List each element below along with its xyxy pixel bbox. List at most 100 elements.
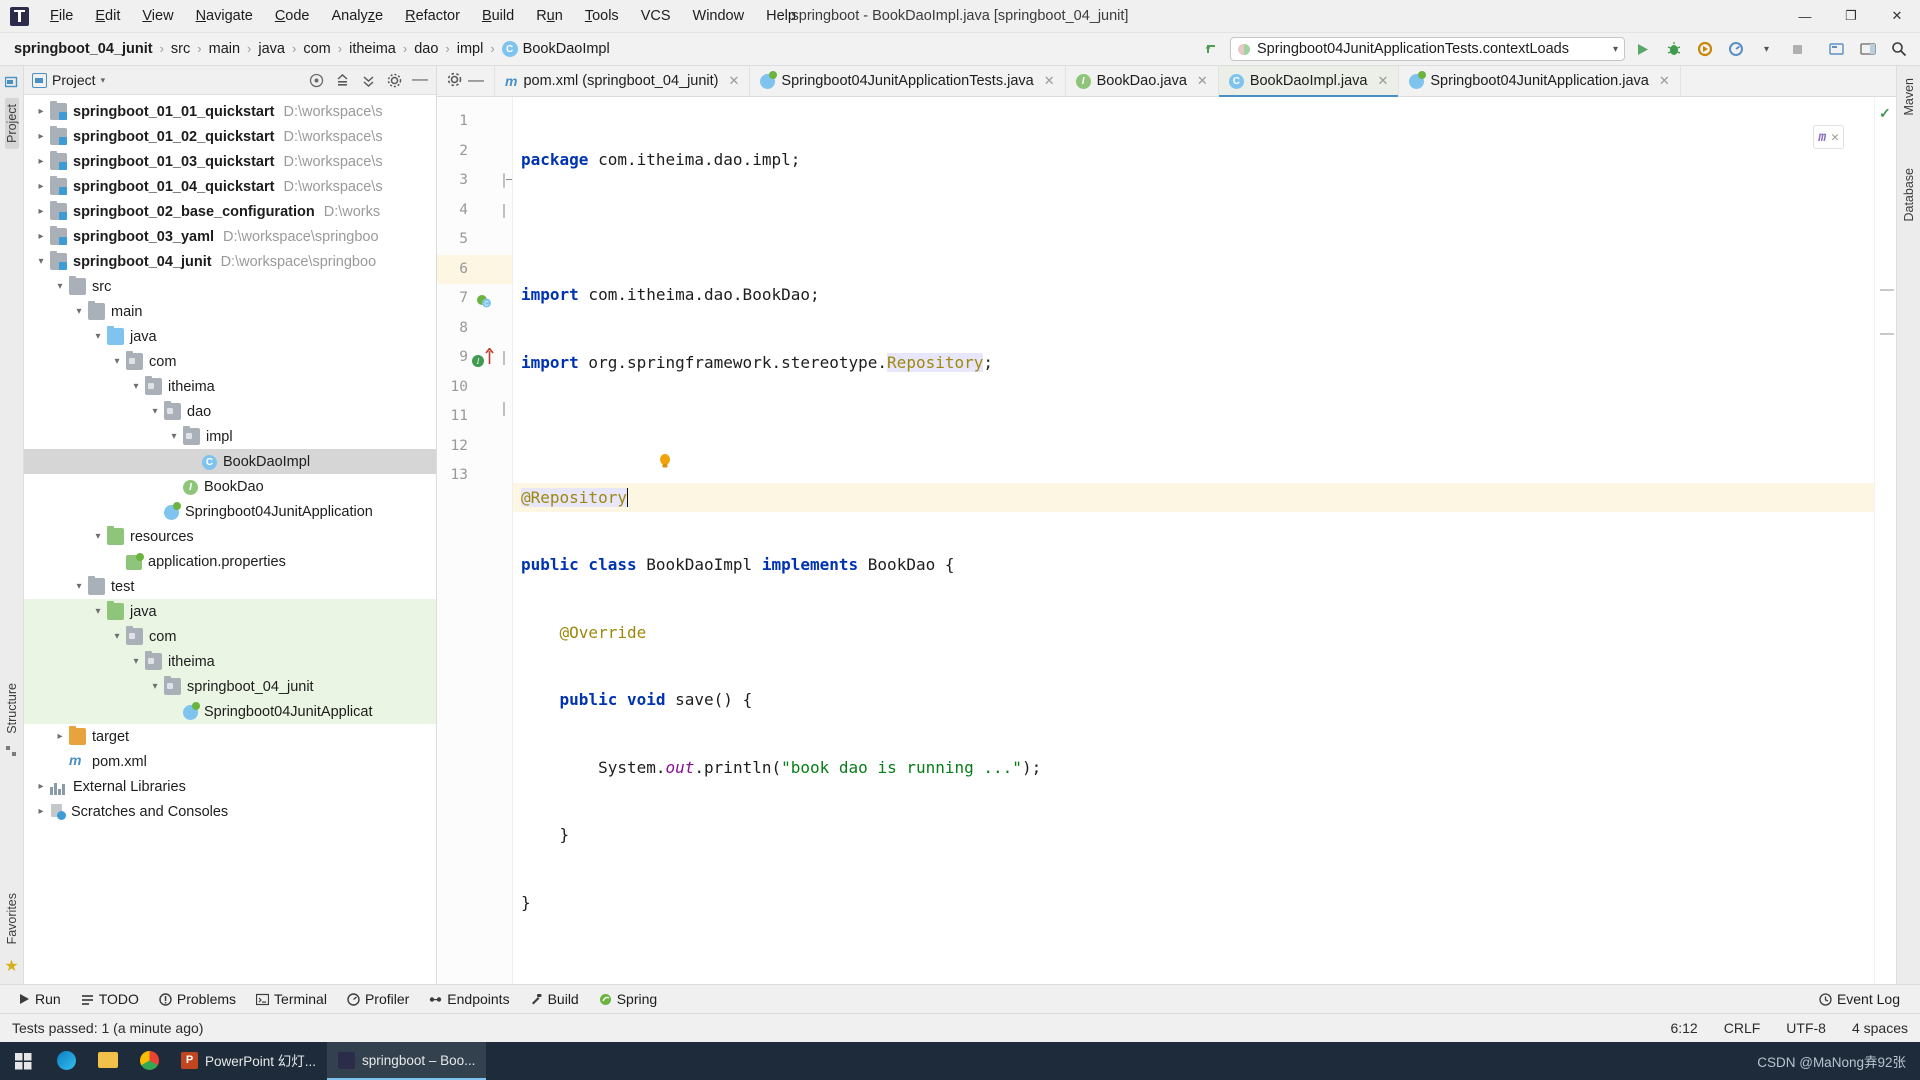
stripe-button-maven[interactable]: Maven <box>1902 72 1916 122</box>
menu-tools[interactable]: Tools <box>574 3 630 29</box>
tree-item-springboot-04-junit[interactable]: ▾ springboot_04_junit <box>24 674 436 699</box>
editor-tab-pom-xml-springboot-04-junit-[interactable]: m pom.xml (springboot_04_junit) ✕ <box>495 66 751 96</box>
stripe-button-project[interactable]: Project <box>4 98 19 149</box>
tree-item-springboot-04-junit[interactable]: ▾ springboot_04_junit D:\workspace\springb… <box>24 249 436 274</box>
close-button[interactable]: ✕ <box>1874 0 1920 33</box>
tree-item-springboot-01-01-quickstart[interactable]: ▸ springboot_01_01_quickstart D:\workspace… <box>24 99 436 124</box>
breadcrumb-item-0[interactable]: springboot_04_junit <box>10 39 157 59</box>
debug-button[interactable] <box>1660 36 1687 62</box>
chevron-down-icon[interactable]: ▾ <box>1613 44 1618 55</box>
tool-window-run[interactable]: Run <box>8 988 71 1010</box>
tree-item-springboot04junitapplicat[interactable]: Springboot04JunitApplicat <box>24 699 436 724</box>
code-editor[interactable]: package com.itheima.dao.impl; import com… <box>513 97 1874 984</box>
tree-item-resources[interactable]: ▾ resources <box>24 524 436 549</box>
menu-file[interactable]: File <box>39 3 84 29</box>
tree-expander-icon[interactable]: ▸ <box>32 131 50 142</box>
stripe-button-structure[interactable]: Structure <box>5 677 19 740</box>
editor-tab-bookdao-java[interactable]: I BookDao.java ✕ <box>1065 66 1219 96</box>
editor-marker-panel[interactable]: ✓ <box>1874 97 1896 984</box>
breadcrumb-item-6[interactable]: dao <box>410 39 442 59</box>
tree-item-springboot-01-03-quickstart[interactable]: ▸ springboot_01_03_quickstart D:\workspace… <box>24 149 436 174</box>
profiler-button[interactable] <box>1722 36 1749 62</box>
tree-item-application-properties[interactable]: application.properties <box>24 549 436 574</box>
taskbar-app-explorer[interactable] <box>87 1042 129 1080</box>
breadcrumb-item-file[interactable]: C BookDaoImpl <box>498 39 614 59</box>
tool-window-terminal[interactable]: Terminal <box>246 988 337 1010</box>
tree-item-springboot-02-base-configuration[interactable]: ▸ springboot_02_base_configuration D:\work… <box>24 199 436 224</box>
tree-item-dao[interactable]: ▾ dao <box>24 399 436 424</box>
tool-window-spring[interactable]: Spring <box>589 988 667 1010</box>
fold-marker-icon[interactable] <box>498 351 510 365</box>
tree-item-java[interactable]: ▾ java <box>24 599 436 624</box>
close-icon[interactable]: ✕ <box>1197 73 1208 89</box>
menu-analyze[interactable]: Analyze <box>321 3 395 29</box>
collapse-all-icon[interactable] <box>330 68 354 92</box>
inspection-widget[interactable]: m ✕ <box>1813 125 1844 149</box>
settings-gear-icon[interactable] <box>447 72 462 91</box>
tree-item-bookdaoimpl[interactable]: C BookDaoImpl <box>24 449 436 474</box>
menu-bar[interactable]: File Edit View Navigate Code Analyze Ref… <box>39 3 807 29</box>
editor-tab-springboot04junitapplicationtests-java[interactable]: Springboot04JunitApplicationTests.java ✕ <box>750 66 1066 96</box>
editor-tab-bookdaoimpl-java[interactable]: C BookDaoImpl.java ✕ <box>1218 66 1400 97</box>
indent-setting[interactable]: 4 spaces <box>1852 1020 1908 1036</box>
tree-expander-icon[interactable]: ▾ <box>89 331 107 342</box>
breadcrumb-item-7[interactable]: impl <box>453 39 488 59</box>
tree-item-pom-xml[interactable]: m pom.xml <box>24 749 436 774</box>
tree-expander-icon[interactable]: ▸ <box>32 206 50 217</box>
menu-code[interactable]: Code <box>264 3 321 29</box>
taskbar-app-powerpoint[interactable]: P PowerPoint 幻灯... <box>170 1042 327 1080</box>
menu-vcs[interactable]: VCS <box>630 3 682 29</box>
event-log-button[interactable]: Event Log <box>1809 988 1910 1010</box>
taskbar-app-edge[interactable] <box>46 1042 87 1080</box>
tree-expander-icon[interactable]: ▸ <box>32 106 50 117</box>
chevron-down-icon[interactable]: ▾ <box>101 75 106 86</box>
intention-bulb-icon[interactable] <box>521 420 670 467</box>
expand-all-icon[interactable] <box>356 68 380 92</box>
close-icon[interactable]: ✕ <box>1377 73 1388 89</box>
stripe-button-favorites[interactable]: Favorites <box>5 887 19 950</box>
implementing-method-gutter-icon[interactable]: I <box>470 350 486 367</box>
hide-tabs-icon[interactable]: — <box>468 73 484 89</box>
tool-window-build[interactable]: Build <box>520 988 589 1010</box>
maximize-button[interactable]: ❐ <box>1828 0 1874 33</box>
tool-window-profiler[interactable]: Profiler <box>337 988 419 1010</box>
project-tree[interactable]: ▸ springboot_01_01_quickstart D:\workspace… <box>24 95 436 984</box>
menu-edit[interactable]: Edit <box>84 3 131 29</box>
tree-item-springboot-01-04-quickstart[interactable]: ▸ springboot_01_04_quickstart D:\workspace… <box>24 174 436 199</box>
breadcrumb-item-5[interactable]: itheima <box>345 39 400 59</box>
run-configuration-selector[interactable]: Springboot04JunitApplicationTests.contex… <box>1230 37 1625 61</box>
menu-run[interactable]: Run <box>525 3 574 29</box>
tree-expander-icon[interactable]: ▸ <box>32 781 50 792</box>
tree-expander-icon[interactable]: ▾ <box>127 381 145 392</box>
start-button[interactable] <box>0 1042 46 1080</box>
inspection-ok-icon[interactable]: ✓ <box>1879 105 1891 122</box>
settings-gear-icon[interactable] <box>382 68 406 92</box>
tree-expander-icon[interactable]: ▾ <box>70 306 88 317</box>
tree-expander-icon[interactable]: ▾ <box>108 631 126 642</box>
editor-tab-bar[interactable]: — m pom.xml (springboot_04_junit) ✕ Springbo… <box>437 66 1896 97</box>
tree-item-itheima[interactable]: ▾ itheima <box>24 374 436 399</box>
tree-item-test[interactable]: ▾ test <box>24 574 436 599</box>
line-separator[interactable]: CRLF <box>1724 1020 1761 1036</box>
tree-item-springboot-01-02-quickstart[interactable]: ▸ springboot_01_02_quickstart D:\workspace… <box>24 124 436 149</box>
override-arrow-icon[interactable] <box>485 347 494 367</box>
structure-stripe-icon[interactable] <box>5 745 18 761</box>
tree-expander-icon[interactable]: ▸ <box>32 156 50 167</box>
tree-item-impl[interactable]: ▾ impl <box>24 424 436 449</box>
tree-item-scratches-and-consoles[interactable]: ▸ Scratches and Consoles <box>24 799 436 824</box>
tree-item-main[interactable]: ▾ main <box>24 299 436 324</box>
minimize-button[interactable]: — <box>1782 0 1828 33</box>
scroll-from-source-icon[interactable] <box>304 68 328 92</box>
favorites-star-icon[interactable]: ★ <box>4 956 18 976</box>
menu-refactor[interactable]: Refactor <box>394 3 471 29</box>
tree-item-target[interactable]: ▸ target <box>24 724 436 749</box>
tree-item-itheima[interactable]: ▾ itheima <box>24 649 436 674</box>
tree-expander-icon[interactable]: ▸ <box>32 181 50 192</box>
fold-marker-icon[interactable] <box>498 203 510 218</box>
breadcrumb-item-1[interactable]: src <box>167 39 194 59</box>
tree-item-src[interactable]: ▾ src <box>24 274 436 299</box>
breadcrumb-item-4[interactable]: com <box>299 39 334 59</box>
tree-expander-icon[interactable]: ▾ <box>89 531 107 542</box>
editor-tab-springboot04junitapplication-java[interactable]: Springboot04JunitApplication.java ✕ <box>1399 66 1681 96</box>
tree-expander-icon[interactable]: ▾ <box>146 406 164 417</box>
